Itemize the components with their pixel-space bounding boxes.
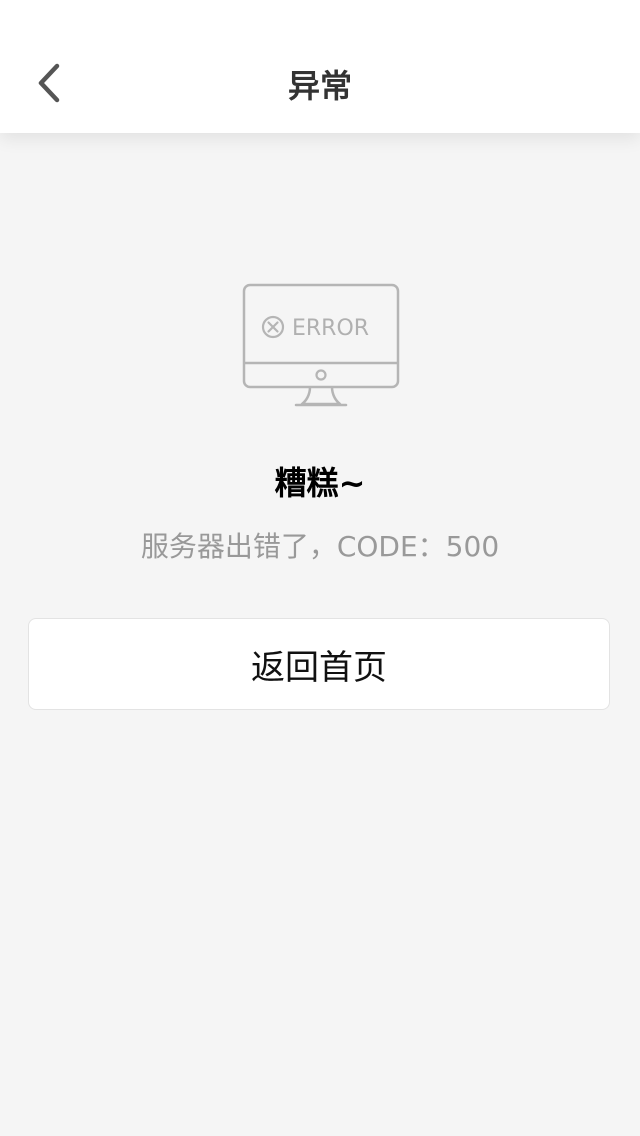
page-title: 异常 <box>287 67 352 105</box>
error-detail: 服务器出错了，CODE：500 <box>140 530 500 563</box>
error-content: ERROR 糟糕~ 服务器出错了，CODE：500 返回首页 <box>0 133 640 1136</box>
close-circle-icon <box>261 315 285 339</box>
navigation-bar: 异常 <box>0 0 640 133</box>
error-headline: 糟糕~ <box>274 464 366 502</box>
return-home-button[interactable]: 返回首页 <box>28 618 610 710</box>
error-screen-label: ERROR <box>292 316 369 341</box>
monitor-error-icon: ERROR <box>240 283 402 409</box>
